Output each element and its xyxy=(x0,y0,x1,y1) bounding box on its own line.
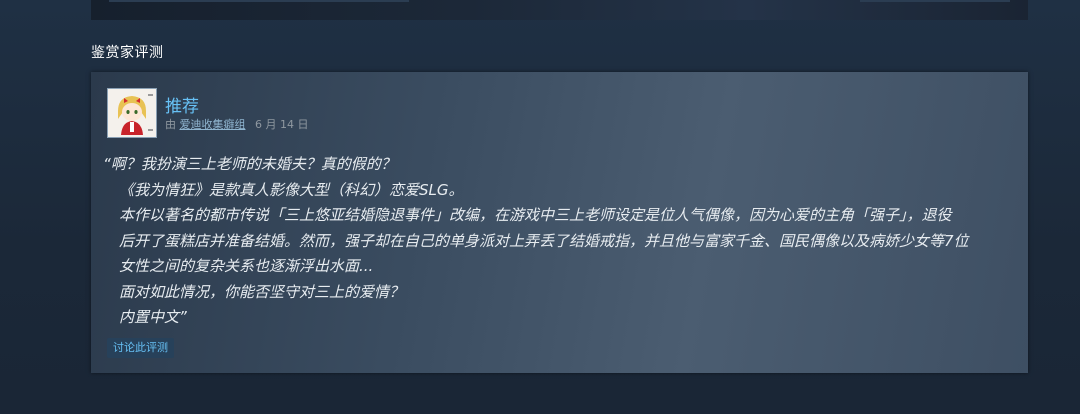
previous-section-strip xyxy=(91,0,1028,20)
review-line: 后开了蛋糕店并准备结婚。然而，强子却在自己的单身派对上弄丢了结婚戒指，并且他与富… xyxy=(119,231,969,250)
curator-name-link[interactable]: 爱迪收集癖组 xyxy=(180,118,246,131)
recommendation-label: 推荐 xyxy=(165,97,199,117)
strip-divider-left xyxy=(109,0,409,2)
review-line: 《我为情狂》是款真人影像大型（科幻）恋爱SLG。 xyxy=(119,180,464,199)
review-line: 内置中文” xyxy=(119,308,187,326)
avatar-illustration xyxy=(108,89,156,137)
curator-avatar-icon[interactable] xyxy=(107,88,157,138)
strip-divider-right xyxy=(860,0,1010,2)
discuss-review-button[interactable]: 讨论此评测 xyxy=(107,338,174,358)
byline-prefix: 由 xyxy=(165,118,176,131)
review-text: “啊？我扮演三上老师的未婚夫？真的假的？ 《我为情狂》是款真人影像大型（科幻）恋… xyxy=(103,152,1018,331)
section-title: 鉴赏家评测 xyxy=(91,45,164,61)
review-line: 本作以著名的都市传说「三上悠亚结婚隐退事件」改编，在游戏中三上老师设定是位人气偶… xyxy=(119,206,952,224)
curator-review-card: 推荐 由 爱迪收集癖组 6 月 14 日 “啊？我扮演三上老师的未婚夫？真的假的… xyxy=(91,72,1028,373)
review-line: 面对如此情况，你能否坚守对三上的爱情？ xyxy=(119,282,405,301)
review-line: 女性之间的复杂关系也逐渐浮出水面... xyxy=(119,257,374,275)
review-byline: 由 爱迪收集癖组 6 月 14 日 xyxy=(165,116,309,132)
review-date: 6 月 14 日 xyxy=(255,118,309,131)
review-line: “啊？我扮演三上老师的未婚夫？真的假的？ xyxy=(103,155,396,173)
